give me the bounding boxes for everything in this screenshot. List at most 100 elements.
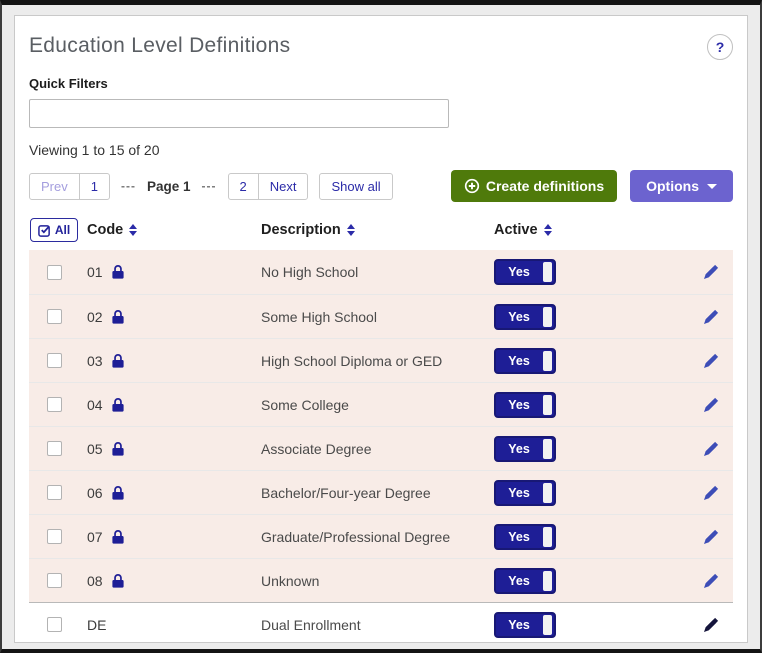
prev-button[interactable]: Prev bbox=[29, 173, 80, 200]
table-row: 03 High School Diploma or GED Yes bbox=[29, 338, 733, 382]
toggle-knob bbox=[543, 615, 552, 635]
code-value: 04 bbox=[87, 397, 103, 413]
lock-icon bbox=[112, 398, 124, 412]
toggle-knob bbox=[543, 483, 552, 503]
next-page-group: 2 Next bbox=[228, 173, 309, 200]
table-header-row: All Code Description Active bbox=[29, 218, 733, 250]
current-page-label: Page 1 bbox=[147, 179, 191, 194]
quick-filters-input[interactable] bbox=[29, 99, 449, 128]
quick-filters-label: Quick Filters bbox=[29, 76, 733, 91]
row-checkbox[interactable] bbox=[47, 573, 62, 588]
code-value: 03 bbox=[87, 353, 103, 369]
edit-pencil-icon[interactable] bbox=[703, 617, 719, 633]
table-row: 07 Graduate/Professional Degree Yes bbox=[29, 514, 733, 558]
pagination-toolbar: Prev 1 --- Page 1 --- 2 Next Show all bbox=[29, 170, 733, 202]
description-cell: Unknown bbox=[253, 573, 486, 589]
sort-active-icon[interactable] bbox=[544, 224, 552, 236]
row-checkbox[interactable] bbox=[47, 353, 62, 368]
code-cell: 05 bbox=[79, 441, 253, 457]
code-header-label: Code bbox=[87, 222, 123, 238]
active-toggle[interactable]: Yes bbox=[494, 436, 556, 462]
edit-pencil-icon[interactable] bbox=[703, 353, 719, 369]
code-value: 08 bbox=[87, 573, 103, 589]
code-cell: 07 bbox=[79, 529, 253, 545]
help-button[interactable]: ? bbox=[707, 34, 733, 60]
active-toggle[interactable]: Yes bbox=[494, 259, 556, 285]
show-all-button[interactable]: Show all bbox=[319, 173, 392, 200]
row-checkbox[interactable] bbox=[47, 441, 62, 456]
active-cell: Yes bbox=[486, 524, 696, 550]
active-toggle-label: Yes bbox=[508, 354, 530, 368]
row-checkbox[interactable] bbox=[47, 265, 62, 280]
page-title: Education Level Definitions bbox=[29, 34, 290, 58]
sort-code-icon[interactable] bbox=[129, 224, 137, 236]
active-toggle[interactable]: Yes bbox=[494, 304, 556, 330]
sort-description-icon[interactable] bbox=[347, 224, 355, 236]
code-cell: 01 bbox=[79, 264, 253, 280]
edit-pencil-icon[interactable] bbox=[703, 264, 719, 280]
active-cell: Yes bbox=[486, 612, 696, 638]
edit-pencil-icon[interactable] bbox=[703, 573, 719, 589]
column-header-code: Code bbox=[79, 222, 253, 238]
lock-icon bbox=[112, 574, 124, 588]
code-value: 01 bbox=[87, 264, 103, 280]
edit-pencil-icon[interactable] bbox=[703, 485, 719, 501]
edit-pencil-icon[interactable] bbox=[703, 529, 719, 545]
active-toggle[interactable]: Yes bbox=[494, 612, 556, 638]
pagination-dashes-right: --- bbox=[202, 179, 217, 193]
active-cell: Yes bbox=[486, 480, 696, 506]
active-toggle-label: Yes bbox=[508, 574, 530, 588]
active-toggle-label: Yes bbox=[508, 310, 530, 324]
toggle-knob bbox=[543, 571, 552, 591]
row-checkbox[interactable] bbox=[47, 309, 62, 324]
edit-pencil-icon[interactable] bbox=[703, 309, 719, 325]
page-1-button[interactable]: 1 bbox=[79, 173, 110, 200]
row-checkbox[interactable] bbox=[47, 485, 62, 500]
create-definitions-button[interactable]: Create definitions bbox=[451, 170, 617, 202]
active-toggle-label: Yes bbox=[508, 398, 530, 412]
lock-icon bbox=[112, 265, 124, 279]
row-checkbox[interactable] bbox=[47, 397, 62, 412]
description-cell: Dual Enrollment bbox=[253, 617, 486, 633]
lock-icon bbox=[112, 310, 124, 324]
active-header-label: Active bbox=[494, 222, 538, 238]
toggle-knob bbox=[543, 527, 552, 547]
code-value: 05 bbox=[87, 441, 103, 457]
table-row: 02 Some High School Yes bbox=[29, 294, 733, 338]
code-value: DE bbox=[87, 617, 106, 633]
lock-icon bbox=[112, 442, 124, 456]
edit-pencil-icon[interactable] bbox=[703, 441, 719, 457]
table-row: 08 Unknown Yes bbox=[29, 558, 733, 602]
next-button[interactable]: Next bbox=[258, 173, 309, 200]
select-all-button[interactable]: All bbox=[30, 218, 78, 242]
code-value: 02 bbox=[87, 309, 103, 325]
active-toggle[interactable]: Yes bbox=[494, 568, 556, 594]
description-cell: Some High School bbox=[253, 309, 486, 325]
row-checkbox[interactable] bbox=[47, 529, 62, 544]
active-toggle[interactable]: Yes bbox=[494, 392, 556, 418]
lock-icon bbox=[112, 486, 124, 500]
table-row: 04 Some College Yes bbox=[29, 382, 733, 426]
question-mark-icon: ? bbox=[716, 39, 725, 55]
active-toggle[interactable]: Yes bbox=[494, 524, 556, 550]
prev-page-group: Prev 1 bbox=[29, 173, 110, 200]
app-window: Education Level Definitions ? Quick Filt… bbox=[0, 0, 762, 653]
active-toggle-label: Yes bbox=[508, 618, 530, 632]
code-value: 07 bbox=[87, 529, 103, 545]
edit-pencil-icon[interactable] bbox=[703, 397, 719, 413]
active-toggle[interactable]: Yes bbox=[494, 480, 556, 506]
active-toggle-label: Yes bbox=[508, 530, 530, 544]
row-checkbox[interactable] bbox=[47, 617, 62, 632]
active-toggle[interactable]: Yes bbox=[494, 348, 556, 374]
code-cell: 06 bbox=[79, 485, 253, 501]
page-2-button[interactable]: 2 bbox=[228, 173, 259, 200]
table-row: 01 No High School Yes bbox=[29, 250, 733, 294]
active-toggle-label: Yes bbox=[508, 265, 530, 279]
table-body: 01 No High School Yes 02 bbox=[29, 250, 733, 643]
toggle-knob bbox=[543, 395, 552, 415]
toggle-knob bbox=[543, 439, 552, 459]
description-cell: Some College bbox=[253, 397, 486, 413]
table-row: DE Dual Enrollment Yes bbox=[29, 602, 733, 643]
active-toggle-label: Yes bbox=[508, 442, 530, 456]
options-button[interactable]: Options bbox=[630, 170, 733, 202]
